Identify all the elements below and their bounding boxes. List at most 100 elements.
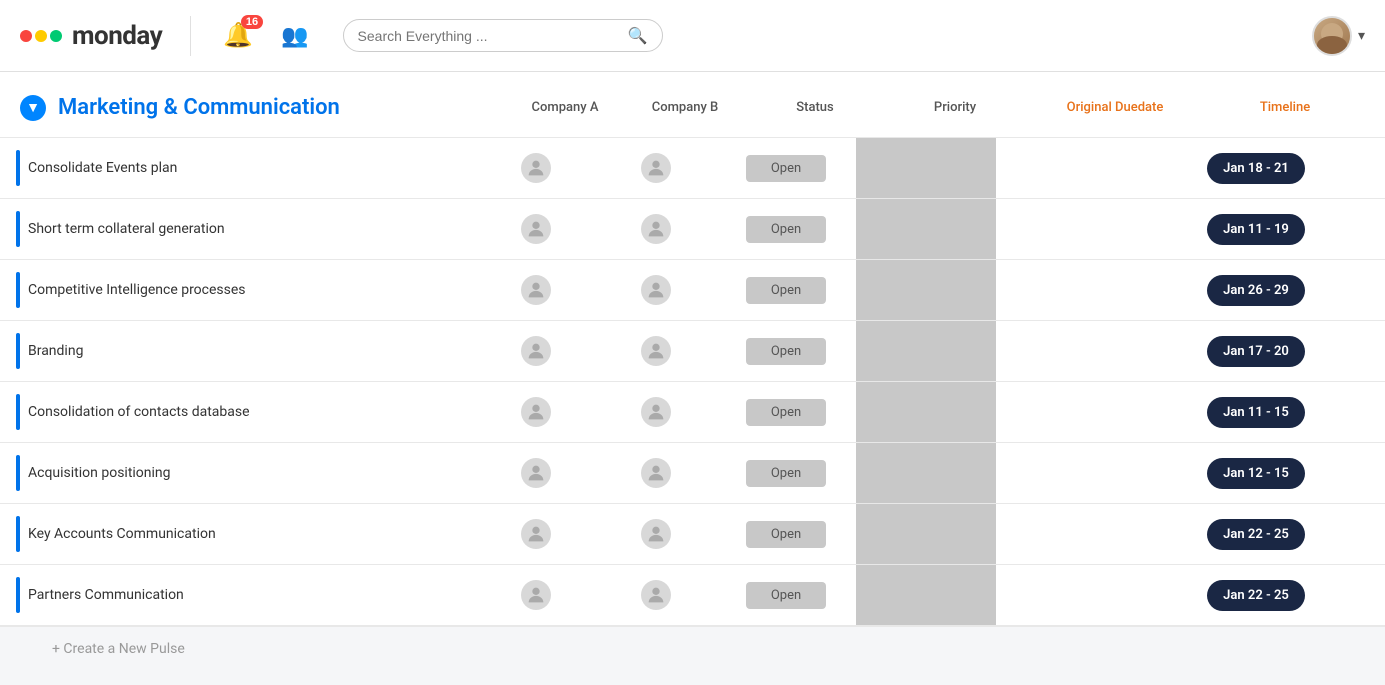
priority-inner (856, 565, 996, 625)
board-title-row: ▼ Marketing & Communication Company A Co… (0, 72, 1385, 138)
search-input-wrapper: 🔍 (343, 19, 663, 52)
search-bar: 🔍 (343, 19, 663, 52)
user-avatar-area[interactable]: ▾ (1312, 16, 1365, 56)
avatar-cell-b (596, 572, 716, 618)
task-cell: Short term collateral generation (16, 199, 476, 259)
person-avatar-a (521, 275, 551, 305)
person-avatar-a (521, 519, 551, 549)
logo: monday (20, 21, 162, 51)
team-button[interactable]: 👥 (277, 19, 312, 53)
duedate-cell (996, 404, 1176, 420)
avatar-cell-b (596, 511, 716, 557)
duedate-cell (996, 221, 1176, 237)
person-avatar-a (521, 580, 551, 610)
notification-badge: 16 (241, 15, 263, 29)
priority-cell (856, 199, 996, 259)
logo-dot-yellow (35, 30, 47, 42)
avatar-cell-b (596, 450, 716, 496)
logo-dots (20, 30, 62, 42)
task-bar (16, 333, 20, 369)
timeline-cell: Jan 11 - 19 (1176, 206, 1336, 253)
table-row: Branding Open Jan 17 - 20 (0, 321, 1385, 382)
avatar-cell-b (596, 206, 716, 252)
status-badge: Open (746, 277, 826, 304)
board-expand-button[interactable]: ▼ (20, 95, 46, 121)
status-cell: Open (716, 513, 856, 556)
search-input[interactable] (358, 28, 620, 44)
status-cell: Open (716, 391, 856, 434)
timeline-badge: Jan 11 - 19 (1207, 214, 1305, 245)
avatar-cell-a (476, 450, 596, 496)
person-avatar-b (641, 153, 671, 183)
timeline-cell: Jan 17 - 20 (1176, 328, 1336, 375)
duedate-cell (996, 465, 1176, 481)
status-badge: Open (746, 155, 826, 182)
duedate-cell (996, 526, 1176, 542)
table-row: Short term collateral generation Open Ja (0, 199, 1385, 260)
person-avatar-b (641, 336, 671, 366)
col-header-company-b: Company B (625, 90, 745, 125)
avatar (1312, 16, 1352, 56)
status-cell: Open (716, 269, 856, 312)
timeline-cell: Jan 18 - 21 (1176, 145, 1336, 192)
priority-cell (856, 382, 996, 442)
priority-inner (856, 443, 996, 503)
main-content: ▼ Marketing & Communication Company A Co… (0, 72, 1385, 671)
avatar-cell-a (476, 267, 596, 313)
priority-cell (856, 443, 996, 503)
task-bar (16, 394, 20, 430)
task-cell: Partners Communication (16, 565, 476, 625)
task-name: Consolidation of contacts database (28, 404, 250, 420)
board-title: Marketing & Communication (58, 95, 505, 120)
task-name: Competitive Intelligence processes (28, 282, 246, 298)
avatar-image (1314, 18, 1350, 54)
timeline-cell: Jan 22 - 25 (1176, 572, 1336, 619)
avatar-cell-b (596, 267, 716, 313)
task-bar (16, 272, 20, 308)
person-avatar-a (521, 458, 551, 488)
timeline-cell: Jan 26 - 29 (1176, 267, 1336, 314)
person-avatar-b (641, 214, 671, 244)
status-cell: Open (716, 452, 856, 495)
status-badge: Open (746, 582, 826, 609)
task-bar (16, 150, 20, 186)
status-cell: Open (716, 574, 856, 617)
task-name: Partners Communication (28, 587, 184, 603)
timeline-cell: Jan 22 - 25 (1176, 511, 1336, 558)
duedate-cell (996, 343, 1176, 359)
person-avatar-a (521, 153, 551, 183)
status-badge: Open (746, 338, 826, 365)
priority-cell (856, 565, 996, 625)
status-badge: Open (746, 460, 826, 487)
task-cell: Branding (16, 321, 476, 381)
chevron-down-icon: ▾ (1358, 28, 1365, 44)
app-header: monday 🔔 16 👥 🔍 ▾ (0, 0, 1385, 72)
status-cell: Open (716, 330, 856, 373)
task-bar (16, 211, 20, 247)
priority-inner (856, 138, 996, 198)
avatar-body (1317, 36, 1347, 54)
person-avatar-a (521, 336, 551, 366)
task-cell: Key Accounts Communication (16, 504, 476, 564)
task-bar (16, 516, 20, 552)
search-icon: 🔍 (628, 26, 648, 45)
avatar-cell-b (596, 328, 716, 374)
timeline-badge: Jan 22 - 25 (1207, 519, 1305, 550)
person-avatar-b (641, 580, 671, 610)
task-name: Short term collateral generation (28, 221, 225, 237)
priority-inner (856, 199, 996, 259)
table-row: Key Accounts Communication Open Jan 22 - (0, 504, 1385, 565)
logo-dot-red (20, 30, 32, 42)
timeline-badge: Jan 22 - 25 (1207, 580, 1305, 611)
priority-inner (856, 382, 996, 442)
task-name: Branding (28, 343, 83, 359)
col-header-timeline: Timeline (1205, 90, 1365, 125)
person-avatar-b (641, 458, 671, 488)
priority-inner (856, 504, 996, 564)
timeline-cell: Jan 11 - 15 (1176, 389, 1336, 436)
avatar-cell-a (476, 572, 596, 618)
avatar-cell-a (476, 145, 596, 191)
notification-button[interactable]: 🔔 16 (219, 17, 257, 54)
create-pulse-row[interactable]: + Create a New Pulse (0, 626, 1385, 671)
status-badge: Open (746, 399, 826, 426)
